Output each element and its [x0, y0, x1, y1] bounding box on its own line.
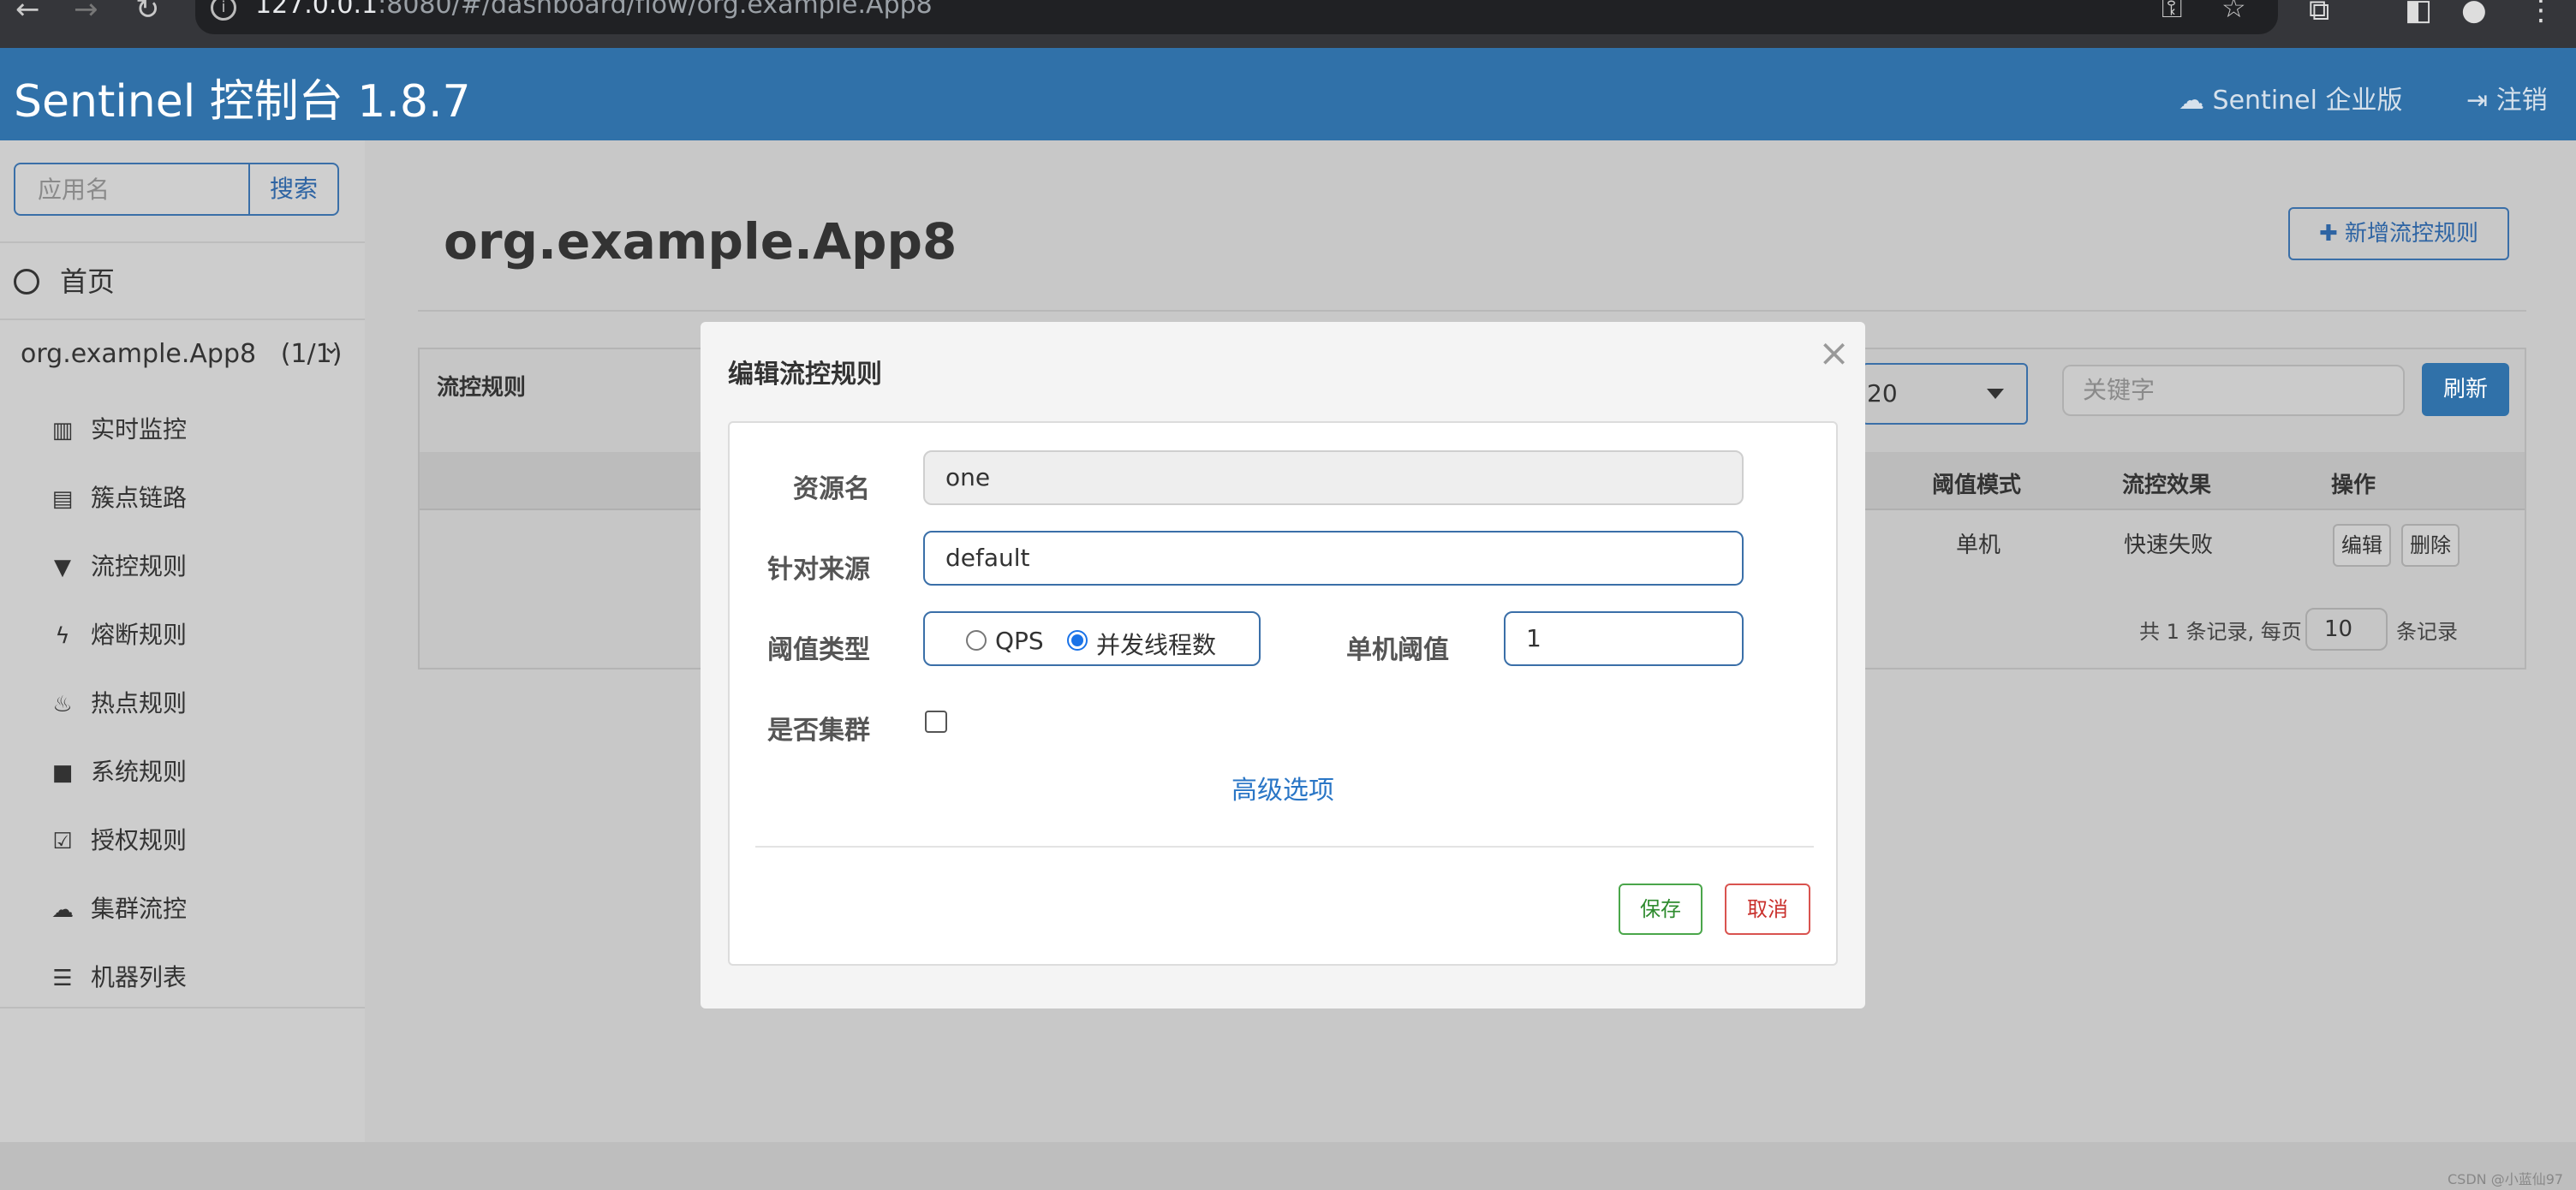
col-actions: 操作 — [2331, 473, 2376, 498]
url-text: 127.0.0.1:8080/#/dashboard/flow/org.exam… — [255, 0, 933, 20]
top-header: Sentinel 控制台 1.8.7 ☁ Sentinel 企业版 ⇥ 注销 — [0, 48, 2576, 140]
sidebar-item-flow-rules[interactable]: ▼ 流控规则 — [50, 548, 187, 582]
divider — [0, 318, 365, 320]
bolt-icon: ϟ — [55, 623, 70, 649]
th-list-icon: ☰ — [52, 966, 73, 991]
sidebar-item-realtime[interactable]: ▥ 实时监控 — [50, 411, 187, 445]
sidebar-item-authority-rules[interactable]: ☑ 授权规则 — [50, 822, 187, 856]
qps-radio[interactable] — [966, 630, 987, 651]
divider — [0, 1007, 365, 1009]
col-flow-effect: 流控效果 — [2122, 473, 2212, 498]
sidebar-item-hotspot-rules[interactable]: ♨ 热点规则 — [50, 685, 187, 719]
profile-avatar[interactable]: ● — [2461, 0, 2487, 27]
cluster-label: 是否集群 — [767, 716, 870, 746]
reload-icon[interactable]: ↻ — [135, 0, 160, 24]
refresh-button[interactable]: 刷新 — [2422, 363, 2509, 416]
sign-out-icon: ⇥ — [2466, 86, 2489, 116]
page-title: org.example.App8 — [444, 212, 957, 271]
extensions-icon[interactable]: ⧉ — [2309, 0, 2329, 27]
page-size-input[interactable]: 10 — [2305, 608, 2388, 651]
delete-button[interactable]: 删除 — [2401, 524, 2460, 567]
page-size-select[interactable]: 20 — [1862, 363, 2028, 425]
divider — [418, 310, 2526, 312]
logout-link[interactable]: ⇥ 注销 — [2466, 79, 2548, 116]
dialog-title: 编辑流控规则 — [728, 360, 882, 390]
dialog-form: 资源名 one 针对来源 default 阈值类型 QPS 并发线程数 单机阈值… — [728, 421, 1838, 966]
enterprise-link[interactable]: ☁ Sentinel 企业版 — [2179, 79, 2403, 116]
origin-field[interactable]: default — [923, 531, 1744, 586]
close-icon[interactable]: × — [1818, 332, 1850, 375]
cloud-icon: ☁ — [2179, 86, 2204, 116]
back-icon[interactable]: ← — [15, 0, 40, 24]
forward-icon[interactable]: → — [74, 0, 98, 24]
divider — [755, 846, 1814, 848]
sidebar-item-machine-list[interactable]: ☰ 机器列表 — [50, 959, 187, 993]
cancel-button[interactable]: 取消 — [1725, 884, 1810, 935]
sidebar: 搜索 首页 org.example.App8 (1/1) ⌄ ▥实时监控 ▤簇点… — [0, 140, 365, 1190]
resource-field: one — [923, 450, 1744, 505]
threads-radio-label: 并发线程数 — [1096, 631, 1217, 659]
threshold-type-group: QPS 并发线程数 — [923, 611, 1261, 666]
watermark: CSDN @小蓝仙97 — [2448, 1171, 2564, 1187]
sidepanel-icon[interactable]: ◧ — [2405, 0, 2432, 27]
brand-title[interactable]: Sentinel 控制台 1.8.7 — [14, 65, 471, 129]
footer-strip — [0, 1142, 2576, 1190]
sidebar-item-degrade-rules[interactable]: ϟ 熔断规则 — [50, 616, 187, 651]
sidebar-item-resource-chain[interactable]: ▤ 簇点链路 — [50, 479, 187, 514]
col-threshold-mode: 阈值模式 — [1932, 473, 2022, 498]
origin-label: 针对来源 — [767, 555, 870, 585]
threshold-type-label: 阈值类型 — [767, 635, 870, 665]
key-icon[interactable]: ⚿ — [2162, 0, 2182, 25]
dashboard-icon — [14, 269, 39, 295]
app-search: 搜索 — [14, 163, 339, 216]
address-bar[interactable]: i 127.0.0.1:8080/#/dashboard/flow/org.ex… — [195, 0, 2278, 34]
plus-icon: ✚ — [2318, 221, 2338, 247]
pager-suffix: 条记录 — [2396, 620, 2458, 644]
threshold-label: 单机阈值 — [1346, 635, 1449, 665]
divider — [0, 241, 365, 243]
sidebar-item-cluster-flow[interactable]: ☁ 集群流控 — [50, 890, 187, 925]
list-alt-icon: ▤ — [51, 486, 74, 512]
save-button[interactable]: 保存 — [1619, 884, 1702, 935]
pager-prefix: 共 1 条记录, 每页 — [2139, 620, 2302, 644]
browser-chrome: ← → ↻ i 127.0.0.1:8080/#/dashboard/flow/… — [0, 0, 2576, 48]
keyword-input[interactable]: 关键字 — [2062, 365, 2405, 416]
edit-button[interactable]: 编辑 — [2333, 524, 2391, 567]
qps-radio-label: QPS — [995, 627, 1044, 655]
edit-flow-rule-dialog: 编辑流控规则 × 资源名 one 针对来源 default 阈值类型 QPS 并… — [701, 322, 1865, 1009]
advanced-options-link[interactable]: 高级选项 — [1231, 769, 1334, 806]
filter-icon: ▼ — [54, 555, 71, 580]
cell-threshold-mode: 单机 — [1956, 533, 2001, 558]
bar-chart-icon: ▥ — [51, 418, 74, 443]
sidebar-app-toggle[interactable]: org.example.App8 (1/1) ⌄ — [21, 334, 342, 369]
cluster-checkbox[interactable] — [925, 711, 947, 733]
more-menu-icon[interactable]: ⋮ — [2526, 0, 2555, 27]
fire-icon: ♨ — [52, 692, 73, 717]
chevron-down-icon: ⌄ — [322, 334, 341, 360]
star-icon[interactable]: ☆ — [2221, 0, 2246, 24]
resource-label: 资源名 — [793, 474, 870, 504]
cloud-icon: ☁ — [51, 897, 74, 923]
site-info-icon[interactable]: i — [211, 0, 236, 21]
sidebar-item-home[interactable]: 首页 — [14, 260, 115, 300]
check-square-icon: ☑ — [52, 829, 73, 854]
cell-flow-effect: 快速失败 — [2124, 533, 2214, 558]
app-search-button[interactable]: 搜索 — [248, 164, 337, 214]
sidebar-item-system-rules[interactable]: ■ 系统规则 — [50, 753, 187, 788]
threshold-field[interactable]: 1 — [1504, 611, 1744, 666]
app-search-input[interactable] — [15, 164, 248, 214]
threads-radio[interactable] — [1067, 630, 1088, 651]
panel-title: 流控规则 — [437, 375, 527, 401]
lock-icon: ■ — [51, 760, 74, 786]
caret-down-icon — [1987, 389, 2004, 399]
add-flow-rule-button[interactable]: ✚ 新增流控规则 — [2288, 207, 2509, 260]
